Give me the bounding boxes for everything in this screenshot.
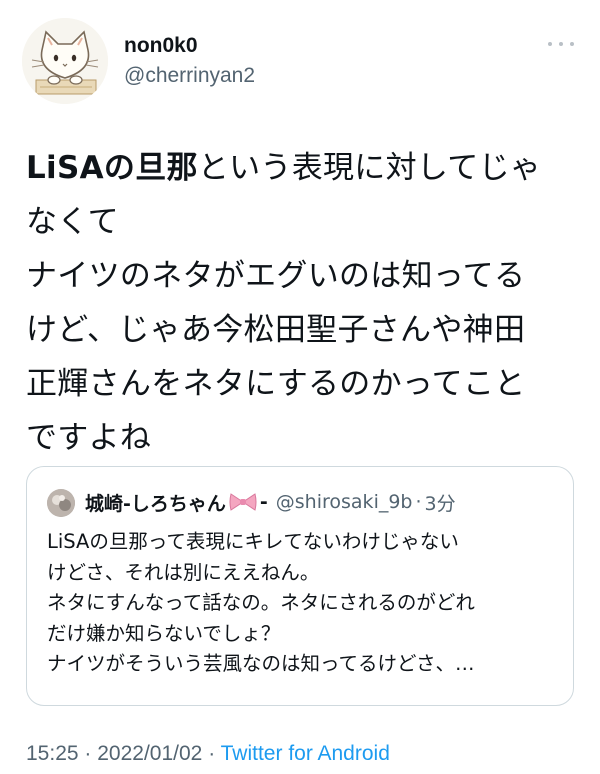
tweet-line: けど、じゃあ今松田聖子さんや神田 [26,312,526,348]
tweet-detail: non0k0 @cherrinyan2 LiSAの旦那という表現に対してじゃ な… [0,0,600,774]
more-dot [548,42,552,46]
quoted-display-name: 城崎-しろちゃん [85,492,226,515]
tweet-meta: 15:25 · 2022/01/02 · Twitter for Android [26,742,390,766]
meta-separator: · [208,742,221,765]
tweet-line: 正輝さんをネタにするのかってこと [26,366,526,402]
tweet-line: なくて [26,204,119,240]
quoted-line: LiSAの旦那って表現にキレてないわけじゃない [47,530,459,553]
quoted-timestamp: 3分 [424,492,456,515]
quoted-line: けどさ、それは別にええねん。 [47,560,320,584]
author-handle[interactable]: @cherrinyan2 [124,64,255,88]
tweet-source-link[interactable]: Twitter for Android [221,742,390,765]
quoted-header: 城崎-しろちゃん - @shirosaki_9b · 3分 [85,487,456,517]
more-dot [559,42,563,46]
tweet-time[interactable]: 15:25 [26,742,79,765]
quoted-separator: · [415,491,422,513]
tweet-line: LiSAの旦那という表現に対してじゃ [26,141,581,195]
tweet-text: LiSAの旦那という表現に対してじゃ なくて ナイツのネタがエグいのは知ってる … [26,141,581,465]
quoted-line: ネタにすんなって話なの。ネタにされるのがどれ [47,591,475,614]
quoted-line: だけ嫌か知らないでしょ？ [47,621,281,645]
more-options-icon[interactable] [548,34,574,54]
more-dot [570,42,574,46]
meta-separator: · [84,742,98,765]
ribbon-bow-icon [229,493,257,511]
tweet-line: ですよね [26,420,152,456]
quoted-author-avatar [47,489,75,517]
quoted-name-suffix: - [259,491,268,513]
tweet-line-rest: という表現に対してじゃ [197,150,542,186]
quoted-text: LiSAの旦那って表現にキレてないわけじゃない けどさ、それは別にええねん。 ネ… [47,527,559,680]
quoted-tweet[interactable]: 城崎-しろちゃん - @shirosaki_9b · 3分 LiSAの旦那って表… [26,466,574,706]
author-display-name[interactable]: non0k0 [124,34,198,58]
cat-avatar-icon [22,18,108,104]
tweet-line: ナイツのネタがエグいのは知ってる [26,258,526,294]
quoted-handle: @shirosaki_9b [275,491,413,513]
tweet-bold-phrase: LiSAの旦那 [26,150,198,186]
quoted-line: ナイツがそういう芸風なのは知ってるけどさ、… [47,652,475,675]
author-avatar[interactable] [22,18,108,104]
tweet-date[interactable]: 2022/01/02 [97,742,202,765]
quoted-avatar-image [47,489,75,517]
